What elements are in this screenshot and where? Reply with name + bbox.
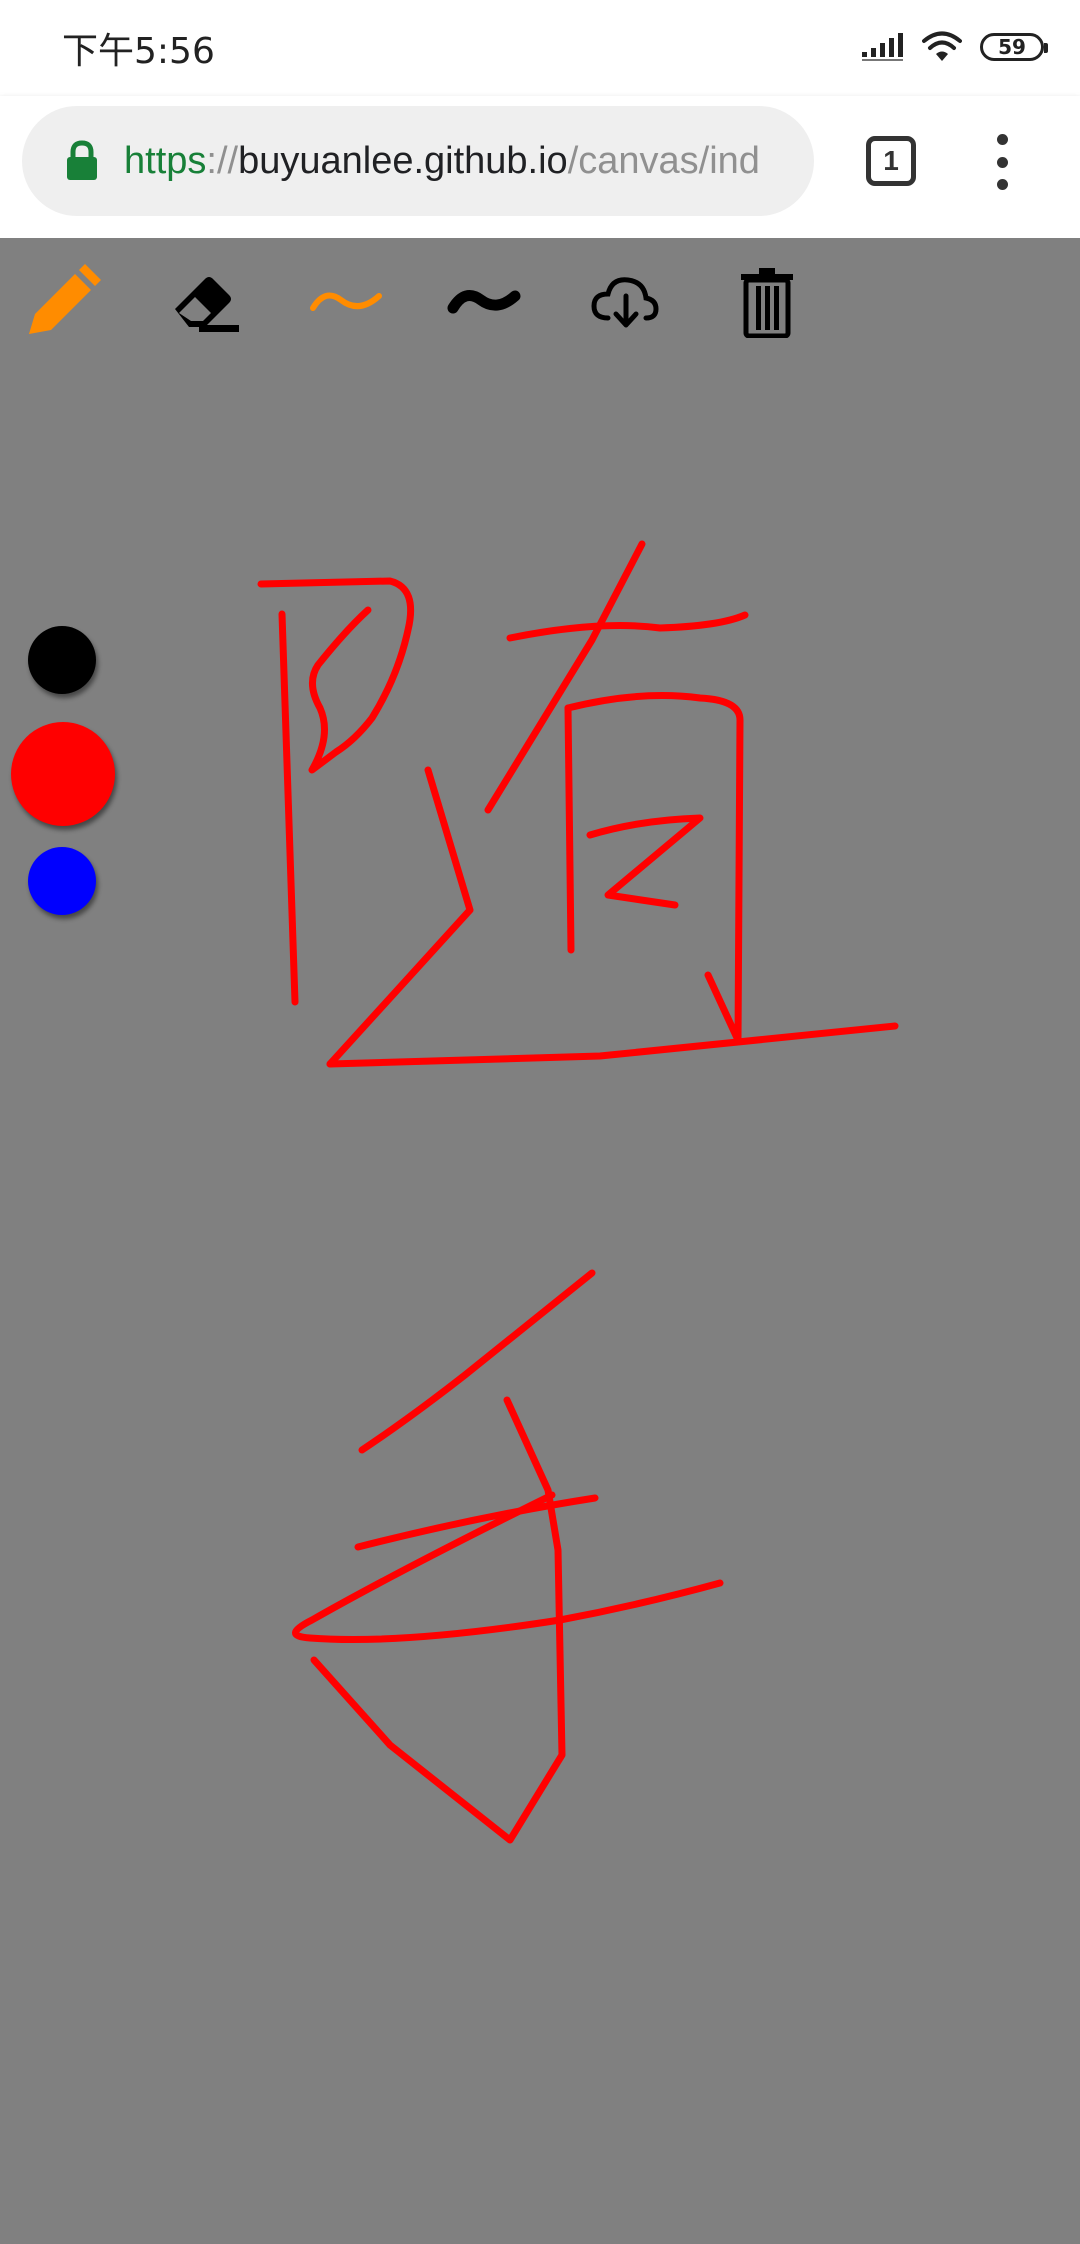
tabs-button[interactable]: 1 bbox=[866, 136, 916, 186]
lock-icon bbox=[67, 140, 97, 180]
tab-count: 1 bbox=[883, 145, 899, 176]
drawing-canvas[interactable] bbox=[0, 238, 1080, 2244]
url-host: buyuanlee.github.io bbox=[238, 139, 568, 182]
pencil-icon bbox=[29, 264, 101, 334]
color-swatch-blue[interactable] bbox=[28, 847, 96, 915]
clear-button[interactable] bbox=[722, 262, 812, 342]
signal-icon bbox=[862, 33, 903, 61]
eraser-tool-button[interactable] bbox=[160, 262, 250, 342]
url-scheme: https bbox=[124, 139, 207, 182]
thick-line-icon bbox=[447, 290, 521, 314]
battery-level: 59 bbox=[998, 35, 1026, 59]
thin-line-button[interactable] bbox=[302, 262, 392, 342]
menu-dot bbox=[996, 179, 1008, 190]
thick-line-button[interactable] bbox=[440, 262, 530, 342]
color-swatch-black[interactable] bbox=[28, 626, 96, 694]
url-bar[interactable]: https://buyuanlee.github.io/canvas/ind bbox=[22, 106, 814, 216]
menu-dot bbox=[996, 156, 1008, 168]
url-path: /canvas/ind bbox=[567, 139, 760, 182]
battery-icon: 59 bbox=[980, 33, 1048, 61]
thin-line-icon bbox=[310, 292, 382, 311]
browser-toolbar: https://buyuanlee.github.io/canvas/ind 1 bbox=[0, 96, 1080, 238]
cloud-download-icon bbox=[591, 277, 659, 328]
menu-dot bbox=[996, 134, 1008, 145]
download-button[interactable] bbox=[580, 262, 670, 342]
color-swatch-red[interactable] bbox=[11, 722, 115, 826]
status-bar: 下午5:56 59 bbox=[0, 0, 1080, 96]
eraser-icon bbox=[175, 277, 239, 332]
pen-tool-button[interactable] bbox=[18, 262, 108, 342]
more-vert-icon[interactable] bbox=[984, 134, 1020, 190]
wifi-icon bbox=[922, 31, 962, 61]
trash-icon bbox=[741, 268, 793, 338]
url-separator: :// bbox=[206, 139, 239, 182]
status-time: 下午5:56 bbox=[62, 31, 215, 72]
status-icons: 59 bbox=[860, 26, 1048, 68]
url-text[interactable]: https://buyuanlee.github.io/canvas/ind bbox=[124, 140, 760, 183]
